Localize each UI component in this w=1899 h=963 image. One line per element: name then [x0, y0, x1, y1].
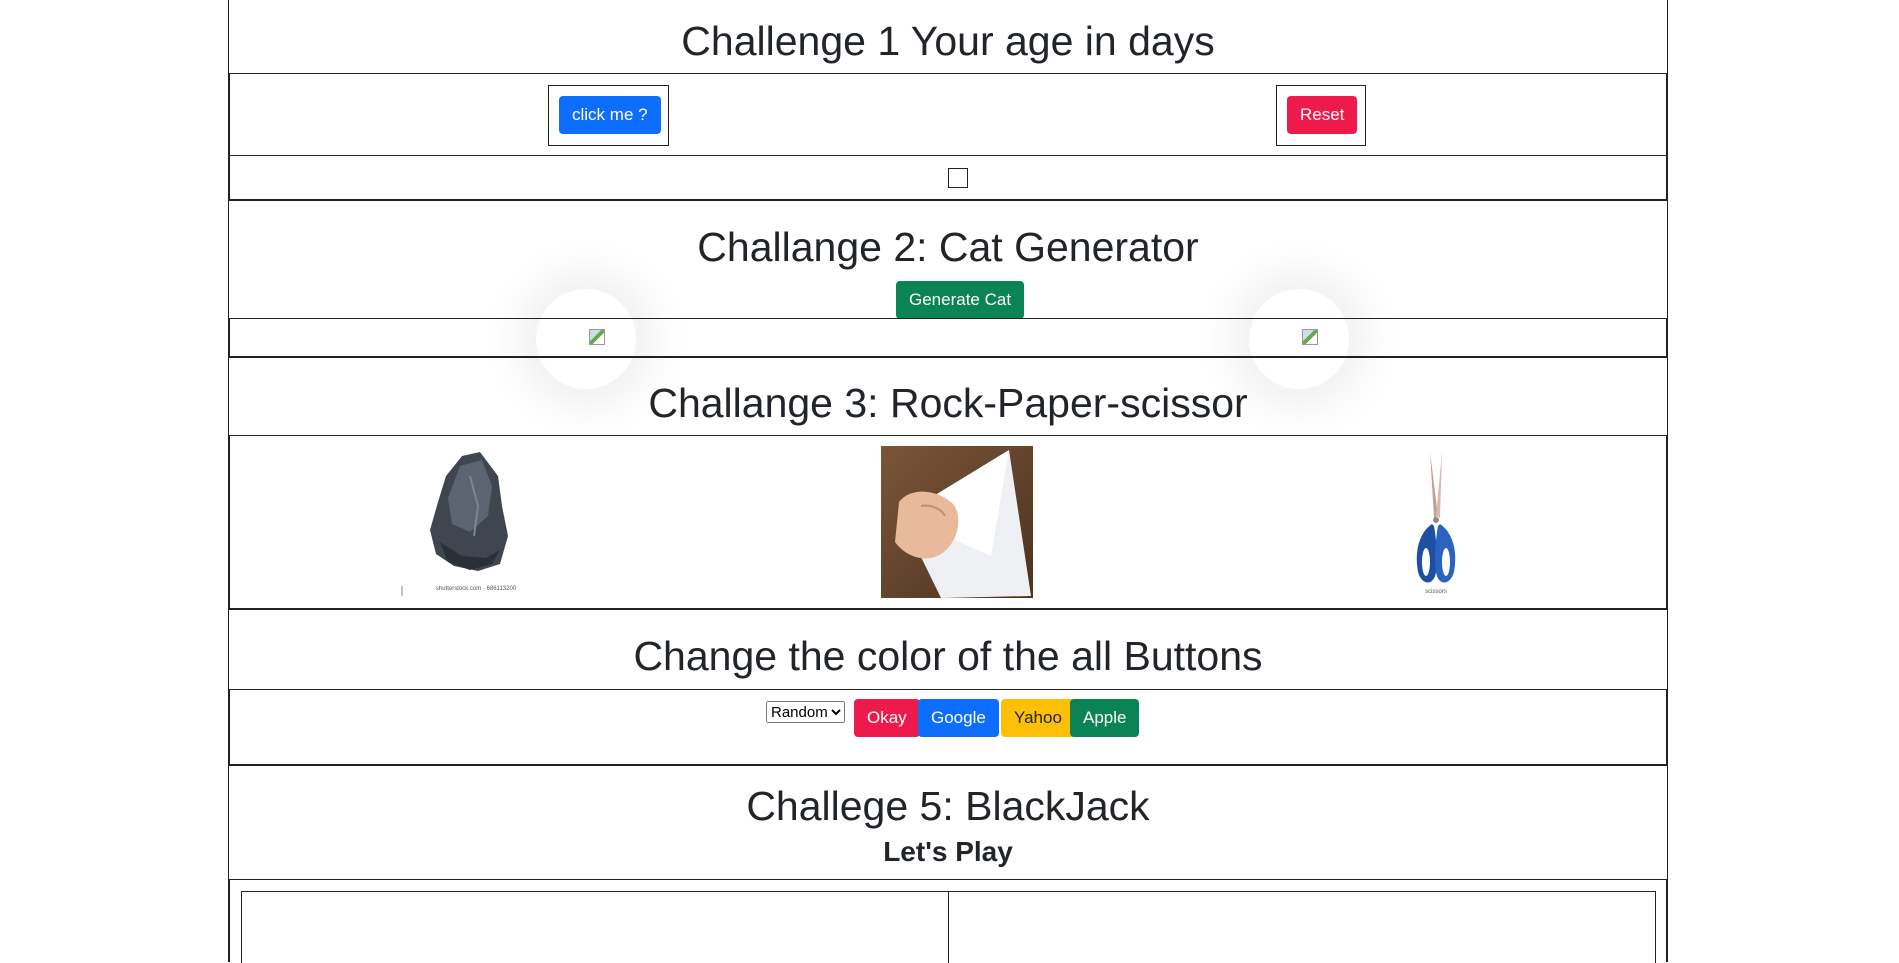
challenge4-title: Change the color of the all Buttons	[633, 633, 1263, 679]
blackjack-row	[229, 879, 1667, 963]
button-color-row: Random Okay Google Yahoo Apple	[229, 689, 1667, 766]
rock-caption: shutterstock.com · 686113200	[435, 586, 517, 592]
apple-button[interactable]: Apple	[1070, 699, 1140, 737]
reset-button-wrapper: Reset	[1276, 85, 1366, 146]
scissors-image[interactable]: scissors	[1360, 446, 1512, 598]
rps-flex-row: shutterstock.com · 686113200 scissors	[229, 435, 1667, 610]
rock-icon	[400, 446, 552, 598]
scissors-caption: scissors	[1425, 589, 1447, 595]
challenge5-header: Challege 5: BlackJack Let's Play	[229, 766, 1667, 880]
challenge5-title: Challege 5: BlackJack	[746, 783, 1150, 829]
challenge1-title: Challenge 1 Your age in days	[681, 18, 1215, 64]
cat-image-broken-icon	[1302, 329, 1318, 345]
reset-button[interactable]: Reset	[1287, 96, 1358, 134]
age-result-row	[229, 155, 1667, 201]
challenge5-subtitle: Let's Play	[883, 836, 1013, 867]
challenge4-header: Change the color of the all Buttons	[229, 610, 1667, 690]
challenge3-header: Challange 3: Rock-Paper-scissor	[229, 358, 1667, 436]
cat-image-broken-icon	[589, 329, 605, 345]
blackjack-player-box	[241, 891, 949, 963]
challenge3-title: Challange 3: Rock-Paper-scissor	[648, 380, 1248, 426]
paper-icon	[881, 446, 1033, 598]
challenge1-header: Challenge 1 Your age in days	[229, 0, 1667, 74]
color-select[interactable]: Random	[766, 701, 845, 723]
paper-image[interactable]	[881, 446, 1033, 598]
cat-flex-row	[229, 318, 1667, 358]
blackjack-dealer-box	[948, 891, 1656, 963]
yahoo-button[interactable]: Yahoo	[1001, 699, 1075, 737]
google-button[interactable]: Google	[918, 699, 999, 737]
challenge2-header: Challange 2: Cat Generator Generate Cat	[229, 201, 1667, 319]
challenge2-title: Challange 2: Cat Generator	[697, 224, 1199, 270]
okay-button[interactable]: Okay	[854, 699, 920, 737]
click-me-button[interactable]: click me ?	[559, 96, 661, 134]
challenge1-button-row: click me ? Reset	[229, 73, 1667, 156]
click-button-wrapper: click me ?	[548, 85, 669, 146]
age-result-box	[948, 168, 968, 188]
scissors-icon	[1360, 446, 1512, 598]
main-container: Challenge 1 Your age in days click me ? …	[228, 0, 1668, 963]
generate-cat-button[interactable]: Generate Cat	[896, 281, 1025, 319]
rock-image[interactable]: shutterstock.com · 686113200	[400, 446, 552, 598]
